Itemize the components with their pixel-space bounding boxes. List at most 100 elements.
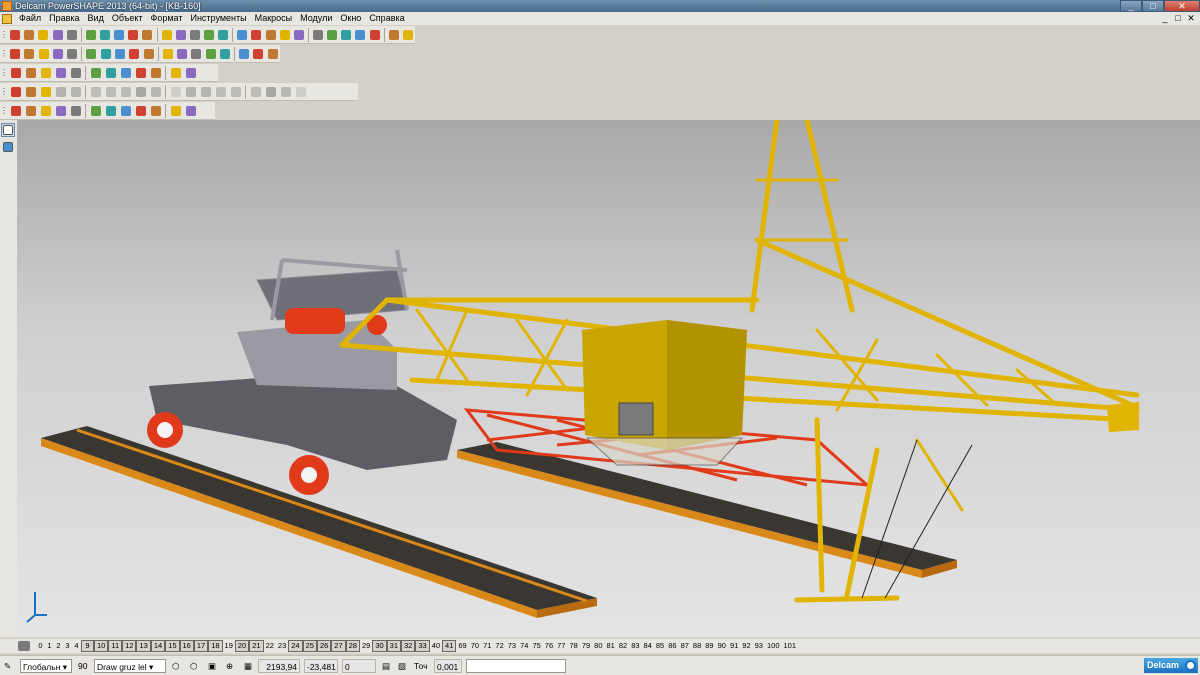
close-button[interactable]: ✕ [1164, 0, 1200, 12]
level-button[interactable]: 93 [753, 641, 765, 651]
document-icon[interactable] [2, 13, 12, 24]
cut-button[interactable] [66, 28, 78, 42]
view-front-button[interactable] [205, 47, 217, 61]
level-button[interactable]: 81 [605, 641, 617, 651]
quick-select-icon[interactable]: ▣ [206, 659, 220, 673]
arc-button[interactable] [312, 28, 324, 42]
view-bottom-button[interactable] [89, 66, 102, 80]
delete-button[interactable] [113, 28, 125, 42]
hidden-button[interactable] [128, 47, 140, 61]
wireframe-button[interactable] [402, 28, 414, 42]
maximize-button[interactable]: □ [1142, 0, 1164, 12]
instance-button[interactable] [69, 104, 82, 118]
level-button[interactable]: 87 [679, 641, 691, 651]
explode-button[interactable] [119, 104, 132, 118]
select-arrow-button[interactable] [1, 123, 15, 137]
level-button[interactable]: 15 [165, 640, 180, 652]
toolbar-grip[interactable]: ⋮ [0, 104, 8, 118]
level-button[interactable]: 4 [72, 641, 81, 651]
clip-button[interactable] [184, 66, 197, 80]
level-button[interactable]: 20 [234, 640, 250, 652]
axes-button[interactable] [24, 104, 37, 118]
boolean-sub-button[interactable] [149, 85, 162, 99]
paste-button[interactable] [99, 28, 111, 42]
check-button[interactable] [184, 104, 197, 118]
extrude-button[interactable] [89, 85, 102, 99]
boss-button[interactable] [294, 85, 307, 99]
view-bottom-button[interactable] [267, 47, 279, 61]
view-back-button[interactable] [69, 66, 82, 80]
component-button[interactable] [39, 104, 52, 118]
level-button[interactable]: 17 [193, 640, 209, 652]
mesh-button[interactable] [388, 28, 400, 42]
split-button[interactable] [264, 85, 277, 99]
hidden-button[interactable] [134, 66, 147, 80]
level-button[interactable]: 88 [691, 641, 703, 651]
menu-window[interactable]: Окно [336, 12, 365, 25]
levels-icon[interactable] [18, 641, 30, 651]
rotate-button[interactable] [189, 28, 201, 42]
level-button[interactable]: 29 [360, 641, 372, 651]
level-button[interactable]: 11 [108, 640, 123, 652]
material-button[interactable] [142, 47, 154, 61]
menu-tools[interactable]: Инструменты [186, 12, 250, 25]
pattern-button[interactable] [134, 104, 147, 118]
level-button[interactable]: 19 [223, 641, 235, 651]
level-button[interactable]: 27 [331, 640, 346, 652]
render-button[interactable] [217, 28, 229, 42]
level-button[interactable]: 85 [654, 641, 666, 651]
boolean-int-button[interactable] [169, 85, 182, 99]
level-button[interactable]: 82 [617, 641, 629, 651]
level-button[interactable]: 79 [580, 641, 592, 651]
circle-button[interactable] [326, 28, 338, 42]
select-button[interactable] [127, 28, 139, 42]
menu-object[interactable]: Объект [108, 12, 147, 25]
move-button[interactable] [89, 104, 102, 118]
snap-icon[interactable]: ▧ [396, 659, 408, 673]
workplane-select[interactable]: Глобальн ▾ [20, 658, 72, 673]
doc-minimize-button[interactable]: _ [1160, 13, 1170, 24]
chamfer-button[interactable] [199, 85, 212, 99]
material-button[interactable] [149, 66, 162, 80]
hole-button[interactable] [279, 85, 292, 99]
wire-button[interactable] [114, 47, 126, 61]
bom-button[interactable] [149, 104, 162, 118]
minimize-button[interactable]: _ [1120, 0, 1142, 12]
level-button[interactable]: 32 [401, 640, 416, 652]
level-button[interactable]: 92 [740, 641, 752, 651]
zoom-button[interactable] [141, 28, 153, 42]
level-button[interactable]: 22 [264, 641, 276, 651]
level-button[interactable]: 24 [288, 640, 303, 652]
command-field[interactable] [466, 658, 566, 673]
level-button[interactable]: 41 [442, 640, 457, 652]
menu-macros[interactable]: Макросы [251, 12, 297, 25]
level-button[interactable]: 73 [506, 641, 518, 651]
tolerance-value[interactable]: 0,001 [434, 658, 462, 673]
workplane-button[interactable] [279, 28, 291, 42]
toolbar-grip[interactable]: ⋮ [0, 28, 8, 42]
shaded-button[interactable] [100, 47, 112, 61]
shell-button[interactable] [214, 85, 227, 99]
level-button[interactable]: 86 [666, 641, 678, 651]
quick-select-button[interactable] [1, 140, 15, 154]
level-select[interactable]: Draw gruz lel ▾ [94, 658, 166, 673]
doc-restore-button[interactable]: □ [1173, 13, 1183, 24]
solid-sphere-button[interactable] [54, 85, 67, 99]
level-button[interactable]: 100 [765, 641, 782, 651]
level-button[interactable]: 2 [54, 641, 63, 651]
redo-button[interactable] [250, 28, 262, 42]
toolbar-grip[interactable]: ⋮ [0, 85, 8, 99]
level-button[interactable]: 28 [345, 640, 360, 652]
assembly-button[interactable] [9, 104, 22, 118]
level-button[interactable]: 91 [728, 641, 740, 651]
level-button[interactable]: 75 [530, 641, 542, 651]
grid-icon[interactable]: ▦ [242, 659, 254, 673]
filter-icon[interactable]: ⬡ [188, 659, 202, 673]
powershape-app-icon[interactable] [2, 1, 12, 11]
view-side-button[interactable] [39, 66, 52, 80]
print-button[interactable] [51, 28, 63, 42]
level-button[interactable]: 10 [94, 640, 109, 652]
dimension-icon[interactable]: ⊕ [224, 659, 238, 673]
menu-edit[interactable]: Правка [45, 12, 83, 25]
wire-button[interactable] [119, 66, 132, 80]
